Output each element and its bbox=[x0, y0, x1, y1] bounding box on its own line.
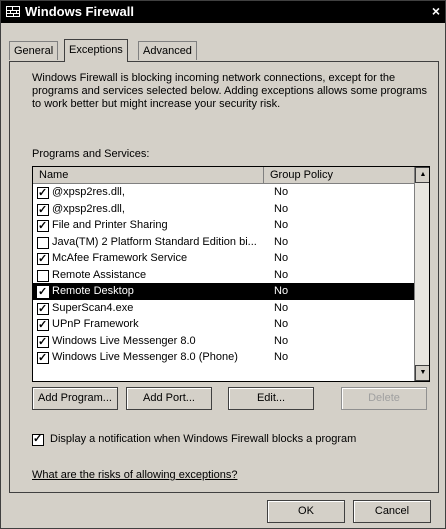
row-name: Windows Live Messenger 8.0 bbox=[52, 334, 196, 347]
row-checkbox[interactable] bbox=[37, 251, 49, 267]
column-name[interactable]: Name bbox=[39, 169, 68, 181]
cancel-button[interactable]: Cancel bbox=[353, 500, 431, 523]
row-checkbox[interactable] bbox=[37, 350, 49, 366]
list-item[interactable]: @xpsp2res.dll, No bbox=[33, 201, 414, 218]
list-item[interactable]: Remote Desktop No bbox=[33, 283, 414, 300]
row-name: @xpsp2res.dll, bbox=[52, 186, 125, 198]
close-icon[interactable]: × bbox=[427, 3, 445, 20]
window-title: Windows Firewall bbox=[25, 4, 134, 19]
row-name: SuperScan4.exe bbox=[52, 301, 134, 314]
row-checkbox[interactable] bbox=[37, 301, 49, 317]
programs-list[interactable]: Name Group Policy @xpsp2res.dll,No@xpsp2… bbox=[32, 166, 430, 382]
title-bar[interactable]: Windows Firewall × bbox=[1, 1, 445, 23]
row-name: Remote Desktop bbox=[52, 285, 134, 297]
list-item[interactable]: SuperScan4.exe No bbox=[33, 300, 414, 317]
add-program-button[interactable]: Add Program... bbox=[32, 387, 118, 410]
row-name: Java(TM) 2 Platform Standard Edition bi.… bbox=[52, 235, 257, 248]
notify-checkbox[interactable] bbox=[32, 432, 44, 446]
row-group-policy: No bbox=[274, 235, 289, 248]
row-name: File and Printer Sharing bbox=[52, 219, 168, 231]
description-text: Windows Firewall is blocking incoming ne… bbox=[32, 72, 427, 110]
ok-button[interactable]: OK bbox=[267, 500, 345, 523]
scroll-up-icon[interactable]: ▲ bbox=[415, 167, 429, 183]
firewall-window: Windows Firewall × General Exceptions Ad… bbox=[0, 0, 446, 529]
row-group-policy: No bbox=[274, 301, 289, 314]
row-group-policy: No bbox=[274, 186, 289, 198]
row-group-policy: No bbox=[274, 252, 289, 264]
row-name: Remote Assistance bbox=[52, 268, 147, 281]
row-checkbox[interactable] bbox=[37, 284, 49, 300]
row-group-policy: No bbox=[274, 318, 289, 330]
row-group-policy: No bbox=[274, 219, 289, 231]
row-group-policy: No bbox=[274, 351, 289, 363]
exceptions-panel: Windows Firewall is blocking incoming ne… bbox=[9, 61, 439, 493]
row-name: Windows Live Messenger 8.0 (Phone) bbox=[52, 351, 238, 363]
row-group-policy: No bbox=[274, 334, 289, 347]
list-item[interactable]: Remote Assistance No bbox=[33, 267, 414, 284]
row-name: @xpsp2res.dll, bbox=[52, 202, 125, 215]
row-group-policy: No bbox=[274, 268, 289, 281]
list-item[interactable]: File and Printer Sharing No bbox=[33, 217, 414, 234]
row-name: McAfee Framework Service bbox=[52, 252, 188, 264]
list-item[interactable]: McAfee Framework Service No bbox=[33, 250, 414, 267]
list-item[interactable]: Java(TM) 2 Platform Standard Edition bi.… bbox=[33, 234, 414, 251]
list-item[interactable]: UPnP Framework No bbox=[33, 316, 414, 333]
list-item[interactable]: Windows Live Messenger 8.0 No bbox=[33, 333, 414, 350]
tab-general[interactable]: General bbox=[9, 41, 59, 60]
tab-exceptions[interactable]: Exceptions bbox=[64, 39, 128, 62]
column-separator[interactable] bbox=[263, 167, 264, 183]
row-checkbox[interactable] bbox=[37, 236, 49, 249]
edit-button[interactable]: Edit... bbox=[228, 387, 314, 410]
list-item[interactable]: @xpsp2res.dll, No bbox=[33, 184, 414, 201]
add-port-button[interactable]: Add Port... bbox=[126, 387, 212, 410]
list-header: Name Group Policy bbox=[33, 167, 414, 184]
row-checkbox[interactable] bbox=[37, 185, 49, 201]
programs-label: Programs and Services: bbox=[32, 148, 150, 160]
column-group-policy[interactable]: Group Policy bbox=[270, 169, 333, 181]
row-name: UPnP Framework bbox=[52, 318, 139, 330]
scroll-down-icon[interactable]: ▼ bbox=[415, 365, 429, 381]
row-checkbox[interactable] bbox=[37, 317, 49, 333]
row-checkbox[interactable] bbox=[37, 202, 49, 218]
risks-link[interactable]: What are the risks of allowing exception… bbox=[32, 469, 237, 481]
notify-label: Display a notification when Windows Fire… bbox=[50, 433, 357, 445]
tab-advanced[interactable]: Advanced bbox=[138, 41, 197, 60]
firewall-icon bbox=[6, 6, 20, 17]
row-checkbox[interactable] bbox=[37, 334, 49, 350]
list-rows: @xpsp2res.dll,No@xpsp2res.dll,NoFile and… bbox=[33, 184, 414, 366]
row-group-policy: No bbox=[274, 285, 289, 297]
vertical-scrollbar[interactable]: ▲ ▼ bbox=[414, 167, 429, 381]
row-checkbox[interactable] bbox=[37, 269, 49, 282]
list-item[interactable]: Windows Live Messenger 8.0 (Phone) No bbox=[33, 349, 414, 366]
delete-button[interactable]: Delete bbox=[341, 387, 427, 410]
row-group-policy: No bbox=[274, 202, 289, 215]
row-checkbox[interactable] bbox=[37, 218, 49, 234]
